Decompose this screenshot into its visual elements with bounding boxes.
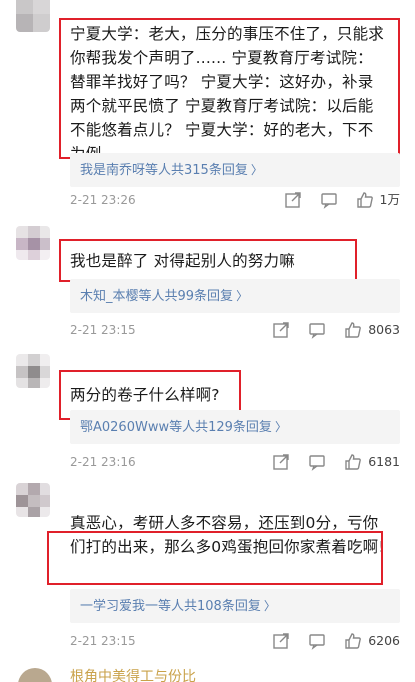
timestamp: 2-21 23:15 <box>70 634 136 648</box>
reply-count[interactable]: 共129条回复 <box>195 420 272 435</box>
timestamp: 2-21 23:26 <box>70 193 136 207</box>
avatar[interactable] <box>16 354 50 388</box>
reply-users[interactable]: 一学习爱我一等人 <box>80 599 184 614</box>
like-icon[interactable] <box>356 191 374 209</box>
comment-1: 宁夏大学：老大，压分的事压不住了，只能求你帮我发个声明了...... 宁夏教育厅… <box>0 0 415 215</box>
like-count: 1万 <box>379 192 400 207</box>
like-icon[interactable] <box>344 453 362 471</box>
comment-icon[interactable] <box>308 321 326 339</box>
avatar[interactable] <box>16 483 50 517</box>
comment-meta: 2-21 23:26 1万 <box>70 189 400 211</box>
like-count: 6181 <box>368 454 400 469</box>
comment-meta: 2-21 23:15 8063 <box>70 319 400 341</box>
highlight-box <box>59 18 400 159</box>
like-count: 8063 <box>368 322 400 337</box>
comment-meta: 2-21 23:15 6206 <box>70 630 400 652</box>
repost-icon[interactable] <box>272 321 290 339</box>
comment-icon[interactable] <box>308 632 326 650</box>
reply-summary[interactable]: 一学习爱我一等人共108条回复〉 <box>70 589 400 623</box>
like-icon[interactable] <box>344 632 362 650</box>
comment-3: 两分的卷子什么样啊? 鄂A0260Www等人共129条回复〉 2-21 23:1… <box>0 350 415 480</box>
repost-icon[interactable] <box>272 453 290 471</box>
avatar[interactable] <box>16 226 50 260</box>
reply-count[interactable]: 共315条回复 <box>171 163 248 178</box>
reply-summary[interactable]: 木知_本樱等人共99条回复〉 <box>70 279 400 313</box>
comment-text: 根角中美得工与份比 <box>70 669 196 682</box>
reply-count[interactable]: 共99条回复 <box>165 289 234 304</box>
reply-count[interactable]: 共108条回复 <box>184 599 261 614</box>
comment-4: 真恶心，考研人多不容易，还压到0分，亏你们打的出来，那么多0鸡蛋抱回你家煮着吃啊… <box>0 480 415 664</box>
comment-icon[interactable] <box>308 453 326 471</box>
highlight-box <box>47 531 383 585</box>
comment-icon[interactable] <box>320 191 338 209</box>
highlight-box <box>59 239 357 282</box>
chevron-right-icon: 〉 <box>274 420 287 434</box>
comment-2: 我也是醉了 对得起别人的努力嘛 木知_本樱等人共99条回复〉 2-21 23:1… <box>0 215 415 350</box>
reply-users[interactable]: 鄂A0260Www等人 <box>80 420 195 435</box>
timestamp: 2-21 23:16 <box>70 455 136 469</box>
partial-comment: 根角中美得工与份比 <box>0 664 415 682</box>
timestamp: 2-21 23:15 <box>70 323 136 337</box>
comment-meta: 2-21 23:16 6181 <box>70 451 400 473</box>
reply-summary[interactable]: 我是南乔呀等人共315条回复〉 <box>70 153 400 187</box>
chevron-right-icon: 〉 <box>263 599 276 613</box>
like-count: 6206 <box>368 633 400 648</box>
reply-users[interactable]: 我是南乔呀等人 <box>80 163 171 178</box>
avatar[interactable] <box>18 668 52 682</box>
repost-icon[interactable] <box>284 191 302 209</box>
reply-summary[interactable]: 鄂A0260Www等人共129条回复〉 <box>70 410 400 444</box>
reply-users[interactable]: 木知_本樱等人 <box>80 289 165 304</box>
like-icon[interactable] <box>344 321 362 339</box>
chevron-right-icon: 〉 <box>236 289 249 303</box>
avatar[interactable] <box>16 0 50 32</box>
repost-icon[interactable] <box>272 632 290 650</box>
chevron-right-icon: 〉 <box>250 163 263 177</box>
